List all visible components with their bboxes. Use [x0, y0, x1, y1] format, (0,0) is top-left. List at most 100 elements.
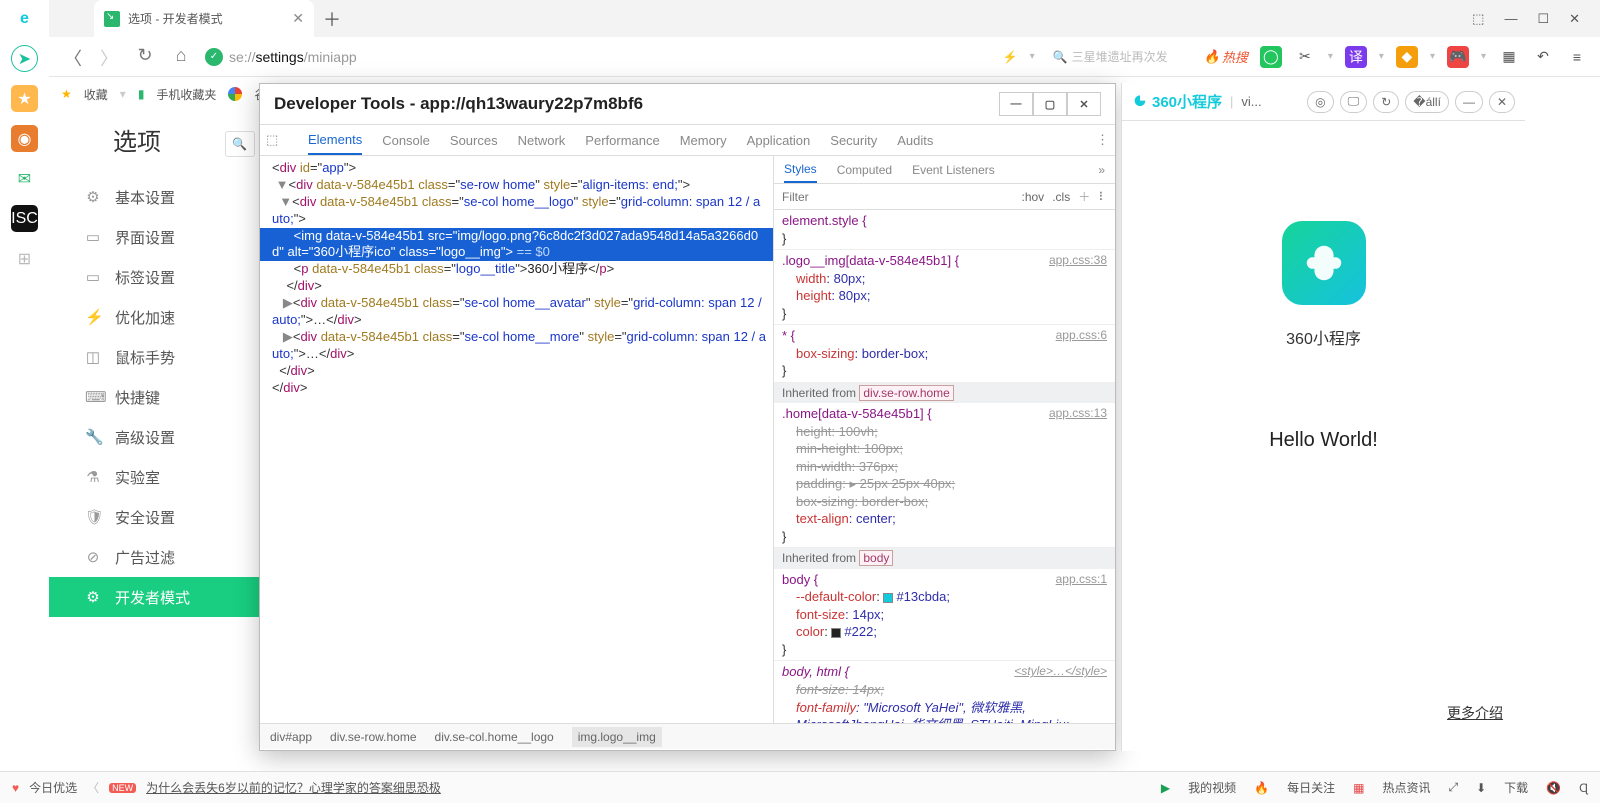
sidebar-item-gesture[interactable]: ◫鼠标手势 — [49, 337, 259, 377]
download-link[interactable]: 下载 — [1504, 779, 1528, 796]
styles-rules[interactable]: element.style {} app.css:38.logo__img[da… — [774, 210, 1115, 723]
devtools-close[interactable]: ✕ — [1067, 92, 1101, 116]
shield-icon: 🛡 — [85, 508, 101, 526]
translate-icon[interactable]: 译 — [1345, 46, 1367, 68]
search-box[interactable]: 🔍 三星堆遗址再次发 — [1047, 45, 1192, 69]
bc-item[interactable]: div.se-col.home__logo — [435, 730, 554, 744]
miniapp-target-icon[interactable]: ◎ — [1307, 91, 1333, 113]
maximize-button[interactable]: ☐ — [1537, 11, 1549, 27]
miniapp-close[interactable]: ✕ — [1489, 91, 1515, 113]
tab-security[interactable]: Security — [830, 133, 877, 148]
hot-search-button[interactable]: 🔥热搜 — [1204, 47, 1248, 66]
miniapp-minimize[interactable]: — — [1455, 91, 1483, 113]
sidebar-item-shortcut[interactable]: ⌨快捷键 — [49, 377, 259, 417]
tab-elements[interactable]: Elements — [308, 132, 362, 155]
add-rule-icon[interactable]: ＋ — [1078, 188, 1090, 205]
sidebar-item-ui[interactable]: ▭界面设置 — [49, 217, 259, 257]
favorites-label[interactable]: 收藏 — [84, 86, 108, 103]
bolt-icon[interactable]: ⚡ — [1003, 50, 1018, 64]
browser-tab[interactable]: 选项 - 开发者模式 ✕ — [94, 0, 314, 37]
sidebar-item-optimize[interactable]: ⚡优化加速 — [49, 297, 259, 337]
miniapp-more-link[interactable]: 更多介绍 — [1447, 703, 1503, 723]
cls-toggle[interactable]: .cls — [1052, 190, 1070, 204]
url-dropdown-icon[interactable]: ▾ — [1030, 51, 1035, 62]
home-button[interactable]: ⌂ — [169, 45, 193, 69]
tab-audits[interactable]: Audits — [897, 133, 933, 148]
settings-search[interactable]: 🔍 — [225, 131, 255, 157]
close-window-button[interactable]: ✕ — [1569, 11, 1580, 27]
tab-network[interactable]: Network — [518, 133, 566, 148]
devtools-more-icon[interactable]: ⋮ — [1096, 132, 1109, 148]
browser-logo-icon[interactable]: e — [11, 5, 38, 32]
heart-icon[interactable]: ♥ — [12, 781, 19, 795]
sidebar-item-adblock[interactable]: ⊘广告过滤 — [49, 537, 259, 577]
sidebar-item-tabs[interactable]: ▭标签设置 — [49, 257, 259, 297]
tab-close-icon[interactable]: ✕ — [292, 10, 304, 27]
forward-button[interactable]: 〉 — [97, 45, 121, 69]
my-video-link[interactable]: 我的视频 — [1188, 779, 1236, 796]
inspect-icon[interactable]: ⬚ — [266, 132, 288, 148]
undo-icon[interactable]: ↶ — [1532, 46, 1554, 68]
grid-icon[interactable]: ▦ — [1498, 46, 1520, 68]
listeners-tab[interactable]: Event Listeners — [912, 163, 995, 177]
tab-memory[interactable]: Memory — [680, 133, 727, 148]
sidebar-item-developer[interactable]: ⚙开发者模式 — [49, 577, 259, 617]
sidebar-item-advanced[interactable]: 🔧高级设置 — [49, 417, 259, 457]
bc-item-active[interactable]: img.logo__img — [572, 727, 662, 747]
hov-toggle[interactable]: :hov — [1022, 190, 1045, 204]
shield-icon[interactable]: ◆ — [1396, 46, 1418, 68]
download-icon[interactable]: ⬇ — [1476, 781, 1486, 795]
styles-tab[interactable]: Styles — [784, 162, 817, 183]
devtools-minimize[interactable]: — — [999, 92, 1033, 116]
sidebar-item-security[interactable]: 🛡安全设置 — [49, 497, 259, 537]
minimize-button[interactable]: — — [1504, 11, 1517, 26]
dom-selected-node[interactable]: <img data-v-584e45b1 src="img/logo.png?6… — [260, 228, 773, 262]
new-tab-button[interactable]: ＋ — [314, 0, 350, 37]
dom-tree[interactable]: <div id="app"> ▼<div data-v-584e45b1 cla… — [260, 156, 774, 723]
mail-icon[interactable]: ✉ — [11, 165, 38, 192]
url-field[interactable]: ✓ se://settings/miniapp — [205, 43, 875, 71]
game-icon[interactable]: 🎮 — [1447, 46, 1469, 68]
reload-button[interactable]: ↻ — [133, 45, 157, 69]
back-button[interactable]: 〈 — [61, 45, 85, 69]
settings-page: 选项 🔍 ⚙基本设置 ▭界面设置 ▭标签设置 ⚡优化加速 ◫鼠标手势 ⌨快捷键 … — [49, 111, 259, 751]
apps-icon[interactable]: ⊞ — [11, 245, 38, 272]
favorites-icon[interactable]: ★ — [61, 87, 72, 101]
dom-breadcrumb[interactable]: div#app div.se-row.home div.se-col.home_… — [260, 723, 1115, 749]
styles-more-icon[interactable]: » — [1098, 163, 1105, 177]
miniapp-refresh-icon[interactable]: ↻ — [1373, 91, 1399, 113]
menu-icon[interactable]: ≡ — [1566, 46, 1588, 68]
styles-menu-icon[interactable]: ⠇ — [1098, 190, 1107, 204]
tabs-icon: ▭ — [85, 268, 101, 286]
styles-panel: Styles Computed Event Listeners » :hov .… — [774, 156, 1115, 723]
sidebar-item-basic[interactable]: ⚙基本设置 — [49, 177, 259, 217]
wifi-icon[interactable]: Ɋ — [1579, 781, 1588, 795]
tab-sources[interactable]: Sources — [450, 133, 498, 148]
toolbar-circle-icon[interactable]: ◯ — [1260, 46, 1282, 68]
tab-console[interactable]: Console — [382, 133, 430, 148]
expand-icon[interactable]: ⤢ — [1449, 780, 1459, 795]
star-icon[interactable]: ★ — [11, 85, 38, 112]
sidebar-item-lab[interactable]: ⚗实验室 — [49, 457, 259, 497]
tab-application[interactable]: Application — [747, 133, 811, 148]
bc-item[interactable]: div#app — [270, 730, 312, 744]
mute-icon[interactable]: 🔇 — [1546, 781, 1561, 795]
weibo-icon[interactable]: ◉ — [11, 125, 38, 152]
mobile-bookmarks[interactable]: 手机收藏夹 — [156, 86, 216, 103]
hotinfo-link[interactable]: 热点资讯 — [1382, 779, 1430, 796]
bc-item[interactable]: div.se-row.home — [330, 730, 416, 744]
devtools-maximize[interactable]: ▢ — [1033, 92, 1067, 116]
tab-performance[interactable]: Performance — [585, 133, 659, 148]
computed-tab[interactable]: Computed — [837, 163, 892, 177]
isc-icon[interactable]: ISC — [11, 205, 38, 232]
daily-link[interactable]: 每日关注 — [1287, 779, 1335, 796]
scissors-icon[interactable]: ✂ — [1294, 46, 1316, 68]
today-label[interactable]: 今日优选 — [29, 779, 77, 796]
news-headline[interactable]: 为什么会丢失6岁以前的记忆？心理学家的答案细思恐极 — [146, 779, 441, 796]
miniapp-monitor-icon[interactable]: 🖵 — [1340, 91, 1368, 113]
styles-filter-input[interactable] — [782, 190, 1014, 204]
miniapp-settings-icon[interactable]: �állí — [1405, 91, 1449, 113]
compass-icon[interactable]: ➤ — [11, 45, 38, 72]
video-icon[interactable]: ▶ — [1161, 781, 1170, 795]
pin-icon[interactable]: ⬚ — [1472, 11, 1484, 27]
